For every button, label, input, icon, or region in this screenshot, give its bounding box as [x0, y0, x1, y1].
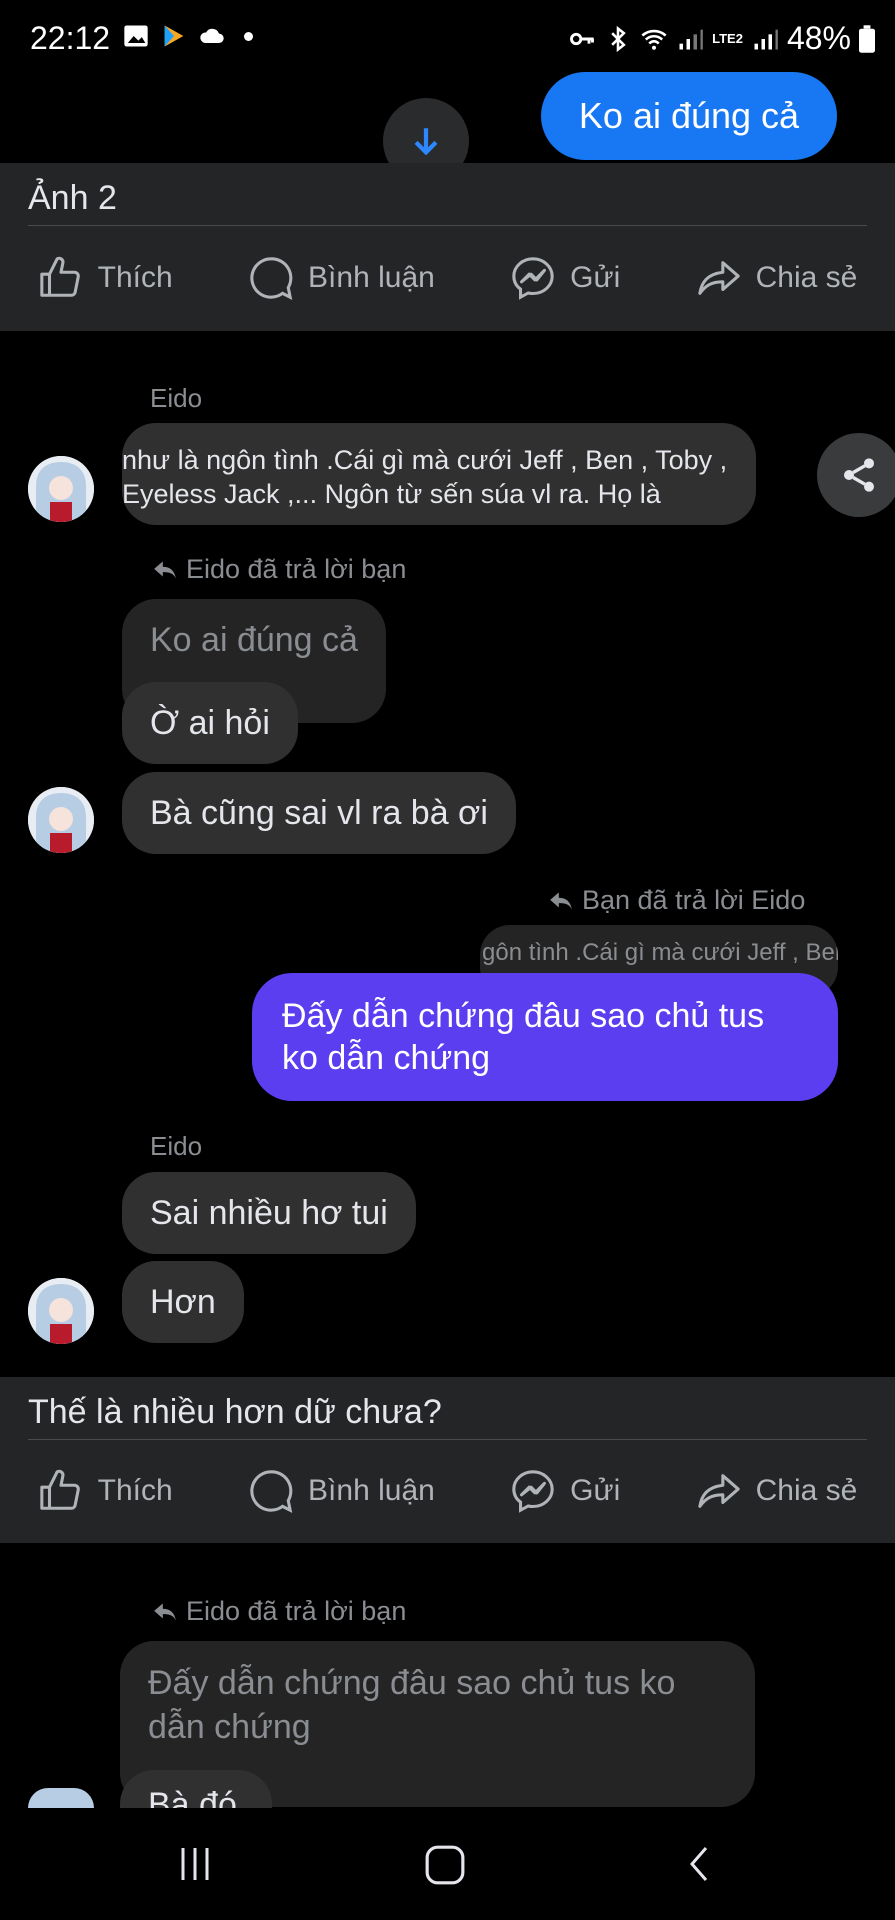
like-label: Thích	[97, 1474, 173, 1507]
message-bubble[interactable]: Bà cũng sai vl ra bà ơi	[122, 772, 516, 854]
avatar-image-icon	[28, 1278, 94, 1344]
like-label: Thích	[97, 261, 173, 294]
quoted-message-text: Đấy dẫn chứng đâu sao chủ tus ko dẫn chứ…	[148, 1664, 676, 1746]
like-button[interactable]: Thích	[38, 1468, 173, 1514]
post-actions: Thích Bình luận Gửi Chia sẻ	[0, 225, 895, 331]
battery-icon	[859, 24, 875, 53]
long-message-line: Eyeless Jack ,... Ngôn từ sến súa vl ra.…	[122, 479, 661, 509]
reply-meta-text: Eido đã trả lời bạn	[186, 1596, 407, 1626]
message-bubble[interactable]: Ờ ai hỏi	[122, 682, 298, 764]
signal-icon	[679, 29, 703, 49]
send-label: Gửi	[570, 1474, 621, 1507]
long-message-bubble[interactable]: như là ngôn tình .Cái gì mà cưới Jeff , …	[122, 423, 756, 525]
share-label: Chia sẻ	[755, 261, 858, 294]
avatar-image-icon	[28, 456, 94, 522]
arrow-down-icon	[414, 128, 438, 156]
comment-label: Bình luận	[308, 261, 435, 294]
reply-meta: Eido đã trả lời bạn	[152, 554, 406, 585]
status-time: 22:12	[30, 20, 111, 56]
wifi-icon	[641, 29, 667, 50]
avatar[interactable]	[28, 456, 94, 522]
comment-icon	[250, 257, 293, 300]
post-actions: Thích Bình luận Gửi Chia sẻ	[0, 1439, 895, 1543]
status-right-icons: LTE2 48%	[568, 20, 875, 57]
network-label: LTE2	[712, 30, 743, 46]
avatar[interactable]	[28, 1278, 94, 1344]
share-arrow-icon	[697, 1474, 740, 1508]
send-label: Gửi	[570, 261, 621, 294]
like-button[interactable]: Thích	[38, 255, 173, 301]
long-message-line	[122, 423, 756, 443]
messenger-icon	[512, 1470, 554, 1513]
share-nodes-icon	[844, 458, 874, 492]
share-button[interactable]: Chia sẻ	[696, 255, 858, 301]
share-button[interactable]: Chia sẻ	[696, 1468, 858, 1514]
share-arrow-icon	[697, 261, 740, 295]
share-label: Chia sẻ	[755, 1474, 858, 1507]
long-message-line: như là ngôn tình .Cái gì mà cưới Jeff , …	[122, 445, 728, 475]
comment-icon	[250, 1470, 293, 1513]
message-bubble[interactable]: Bà đó	[120, 1770, 272, 1808]
send-button[interactable]: Gửi	[510, 1468, 620, 1514]
reply-meta: Eido đã trả lời bạn	[152, 1596, 406, 1627]
top-out-bubble[interactable]: Ko ai đúng cả	[541, 72, 837, 160]
gallery-icon	[124, 25, 148, 47]
send-button[interactable]: Gửi	[510, 255, 620, 301]
message-bubble[interactable]: Sai nhiều hơ tui	[122, 1172, 416, 1254]
status-bar: 22:12 LTE2 48%	[0, 0, 895, 78]
reply-arrow-icon	[154, 1602, 176, 1621]
comment-button[interactable]: Bình luận	[248, 255, 435, 301]
reply-meta: Bạn đã trả lời Eido	[548, 885, 805, 916]
post-caption: Thế là nhiều hơn dữ chưa?	[28, 1393, 442, 1431]
quoted-message-text: gôn tình .Cái gì mà cưới Jeff , Ben	[482, 939, 838, 966]
reply-meta-text: Bạn đã trả lời Eido	[582, 885, 806, 915]
home-icon[interactable]	[424, 1844, 466, 1886]
avatar-partial	[28, 1788, 94, 1808]
message-bubble[interactable]: Hơn	[122, 1261, 244, 1343]
app-icon	[164, 25, 184, 47]
comment-label: Bình luận	[308, 1474, 435, 1507]
thumbs-up-icon	[39, 1469, 80, 1510]
thumbs-up-icon	[39, 256, 80, 297]
status-left-icons	[122, 22, 253, 50]
reply-arrow-icon	[154, 560, 176, 579]
back-icon[interactable]	[680, 1844, 720, 1884]
battery-percent: 48%	[786, 20, 851, 56]
reply-meta-text: Eido đã trả lời bạn	[186, 554, 407, 584]
post-card-2: Thế là nhiều hơn dữ chưa? Thích Bình luậ…	[0, 1377, 895, 1543]
key-icon	[570, 32, 595, 45]
system-nav-bar	[0, 1808, 895, 1920]
recent-apps-icon[interactable]	[175, 1844, 215, 1884]
avatar[interactable]	[28, 787, 94, 853]
partial-message-text: Bà đó	[148, 1786, 237, 1808]
messenger-icon	[512, 257, 554, 300]
post-caption: Ảnh 2	[28, 179, 117, 217]
bluetooth-icon	[611, 25, 626, 52]
comment-button[interactable]: Bình luận	[248, 1468, 435, 1514]
avatar-image-icon	[28, 787, 94, 853]
reply-arrow-icon	[550, 891, 572, 910]
outgoing-message[interactable]: Đấy dẫn chứng đâu sao chủ tus ko dẫn chứ…	[252, 973, 838, 1101]
post-card-1: Ảnh 2 Thích Bình luận Gửi Chia sẻ	[0, 163, 895, 331]
signal-2-icon	[754, 29, 778, 49]
cloud-icon	[200, 28, 224, 43]
notification-dot-icon	[244, 31, 253, 41]
sender-name: Eido	[150, 383, 203, 413]
share-float-button[interactable]	[817, 433, 895, 517]
sender-name: Eido	[150, 1131, 203, 1161]
